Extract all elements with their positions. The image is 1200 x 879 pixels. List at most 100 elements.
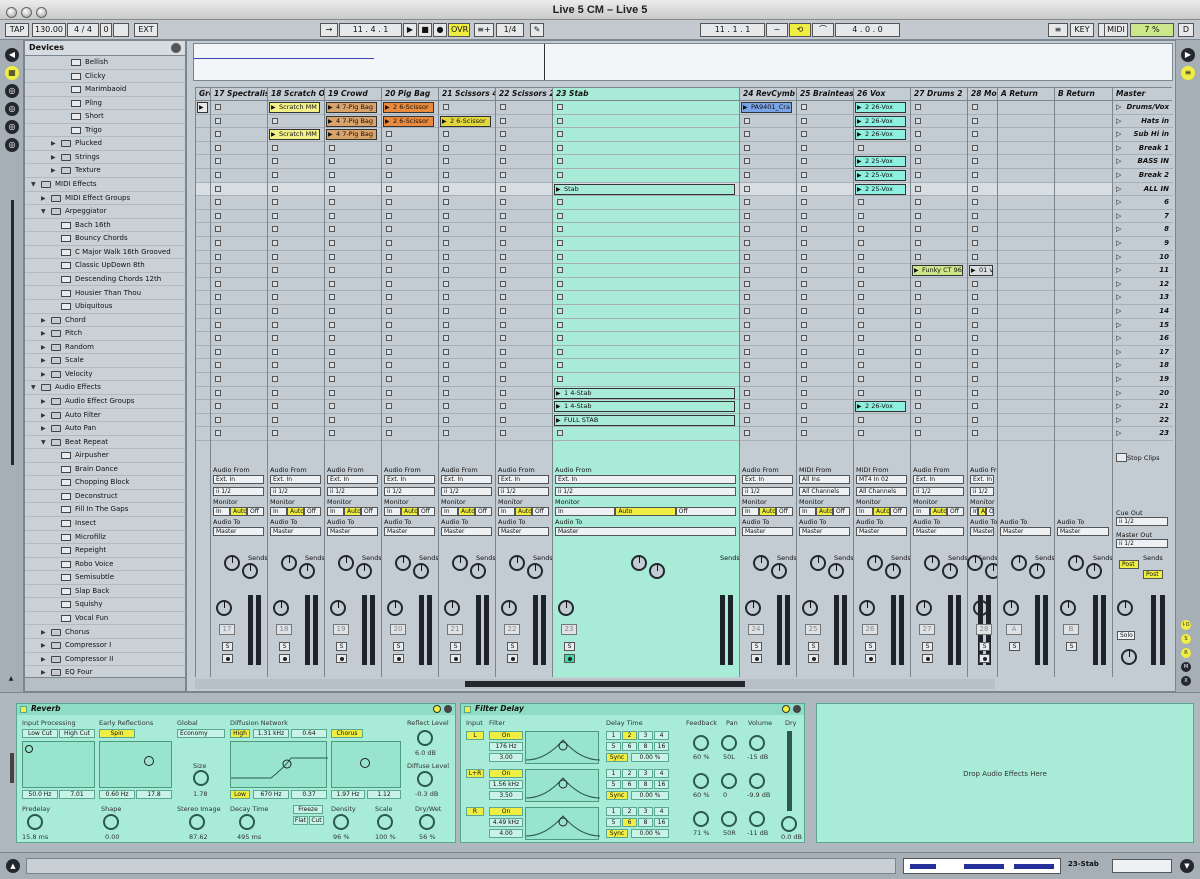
input-channel-select[interactable]: ii 1/2	[555, 487, 736, 496]
clip-stop-button[interactable]	[557, 117, 563, 124]
clip-stop-button[interactable]	[972, 199, 978, 206]
clip-slot[interactable]	[911, 373, 968, 387]
clip-slot[interactable]	[911, 182, 968, 197]
clip-slot[interactable]	[439, 346, 496, 360]
volume-knob[interactable]	[749, 773, 765, 789]
clip-slot[interactable]	[553, 115, 740, 129]
clip-stop-button[interactable]	[972, 158, 978, 165]
clip-slot[interactable]	[211, 400, 268, 414]
clip-slot[interactable]	[196, 291, 211, 305]
filter-graph[interactable]	[525, 769, 601, 802]
clip-stop-button[interactable]	[443, 172, 449, 178]
track-activator[interactable]: 28	[976, 624, 992, 635]
clip-slot[interactable]	[553, 223, 740, 237]
solo-button[interactable]: S	[808, 642, 819, 651]
filter-delay-fold-icon[interactable]	[464, 706, 471, 713]
track-header[interactable]: 22 Scissors 2	[495, 87, 552, 101]
clip-slot[interactable]	[911, 400, 968, 414]
clip-slot[interactable]	[439, 373, 496, 387]
scene-launch-icon[interactable]: ▷	[1116, 375, 1121, 383]
diffusion-graph[interactable]	[230, 741, 328, 788]
pan-knob[interactable]	[721, 811, 737, 827]
clip-slot[interactable]	[211, 278, 268, 292]
clip-stop-button[interactable]	[386, 403, 392, 410]
clip-slot[interactable]	[998, 101, 1055, 115]
clip[interactable]: FULL STAB	[554, 414, 735, 426]
clip-stop-button[interactable]	[557, 362, 563, 369]
punch-in-icon[interactable]: ~	[766, 23, 788, 37]
clip-slot[interactable]	[553, 155, 740, 169]
clip-slot[interactable]	[268, 346, 325, 360]
clip-slot[interactable]	[439, 196, 496, 210]
clip[interactable]: ectr	[197, 102, 208, 113]
clip[interactable]: 2 25-Vox	[855, 183, 906, 195]
track-header[interactable]: 24 RevCymb	[739, 87, 796, 101]
clip-slot[interactable]	[968, 142, 998, 156]
clip-stop-button[interactable]	[386, 172, 392, 178]
send-a-knob[interactable]	[451, 555, 468, 571]
clip-stop-button[interactable]	[329, 212, 335, 219]
clip-stop-button[interactable]	[386, 144, 392, 151]
scene-launch-icon[interactable]: ▷	[1116, 171, 1121, 179]
clip-stop-button[interactable]	[744, 144, 750, 151]
clip-slot[interactable]	[496, 128, 553, 142]
track-header[interactable]: 19 Crowd	[324, 87, 381, 101]
send-b-knob[interactable]	[469, 563, 486, 579]
clip-slot[interactable]	[196, 223, 211, 237]
clip-slot[interactable]	[998, 414, 1055, 428]
clip-slot[interactable]	[854, 264, 911, 278]
clip-slot[interactable]	[325, 155, 382, 169]
clip-stop-button[interactable]	[272, 321, 278, 328]
browser-item[interactable]: Clicky	[25, 70, 185, 84]
clip-stop-button[interactable]	[744, 226, 750, 233]
clip-slot[interactable]	[325, 319, 382, 333]
clip-stop-button[interactable]	[801, 158, 807, 165]
chorus-graph[interactable]	[331, 741, 401, 788]
send-b-knob[interactable]	[355, 563, 372, 579]
clip-slot[interactable]	[439, 128, 496, 142]
clip-stop-button[interactable]	[215, 117, 221, 124]
clip-slot[interactable]	[553, 291, 740, 305]
clip[interactable]: 4 7-Pig Bag	[326, 102, 377, 113]
filter-on-button[interactable]: On	[489, 769, 523, 778]
clip-slot[interactable]	[382, 237, 439, 251]
delay-time-16-button[interactable]: 16	[654, 780, 669, 789]
disclosure-triangle-icon[interactable]: ▶	[41, 653, 46, 666]
clip-slot[interactable]	[854, 251, 911, 265]
browser-item[interactable]: Airpusher	[25, 449, 185, 463]
output-type-select[interactable]: Master	[327, 527, 378, 536]
clip-stop-button[interactable]	[744, 172, 750, 178]
clip-stop-button[interactable]	[443, 199, 449, 206]
clip-slot[interactable]	[854, 196, 911, 210]
output-type-select[interactable]: Master	[441, 527, 492, 536]
clip-stop-button[interactable]	[915, 321, 921, 328]
clip-slot[interactable]	[553, 169, 740, 183]
clip-slot[interactable]	[211, 264, 268, 278]
clip-slot[interactable]	[797, 278, 854, 292]
clip-stop-button[interactable]	[329, 416, 335, 423]
clip-stop-button[interactable]	[215, 104, 221, 110]
clip-stop-button[interactable]	[972, 389, 978, 396]
clip-stop-button[interactable]	[915, 172, 921, 178]
diffusion-low-freq[interactable]: 670 Hz	[253, 790, 289, 799]
clip-stop-button[interactable]	[557, 280, 563, 287]
input-type-select[interactable]: Ext. In	[441, 475, 492, 484]
clip-stop-button[interactable]	[329, 226, 335, 233]
clip-stop-button[interactable]	[858, 348, 864, 355]
sync-button[interactable]: Sync	[606, 791, 628, 800]
browser-item[interactable]: Bellish	[25, 56, 185, 70]
clip-slot[interactable]	[196, 115, 211, 129]
disclosure-triangle-icon[interactable]: ▼	[31, 178, 36, 191]
clip-slot[interactable]	[268, 210, 325, 224]
clip-stop-button[interactable]	[858, 376, 864, 382]
clip-slot[interactable]	[968, 278, 998, 292]
filter-q-field[interactable]: 3.50	[489, 791, 523, 800]
clip-slot[interactable]	[382, 210, 439, 224]
delay-time-5-button[interactable]: 5	[606, 742, 621, 751]
track-activator[interactable]: 21	[447, 624, 463, 635]
track-header[interactable]: B Return	[1054, 87, 1112, 101]
browser-item[interactable]: ▶ Compressor I	[25, 639, 185, 653]
clip-slot[interactable]	[968, 359, 998, 373]
clip-slot[interactable]	[854, 414, 911, 428]
clip-stop-button[interactable]	[386, 416, 392, 423]
